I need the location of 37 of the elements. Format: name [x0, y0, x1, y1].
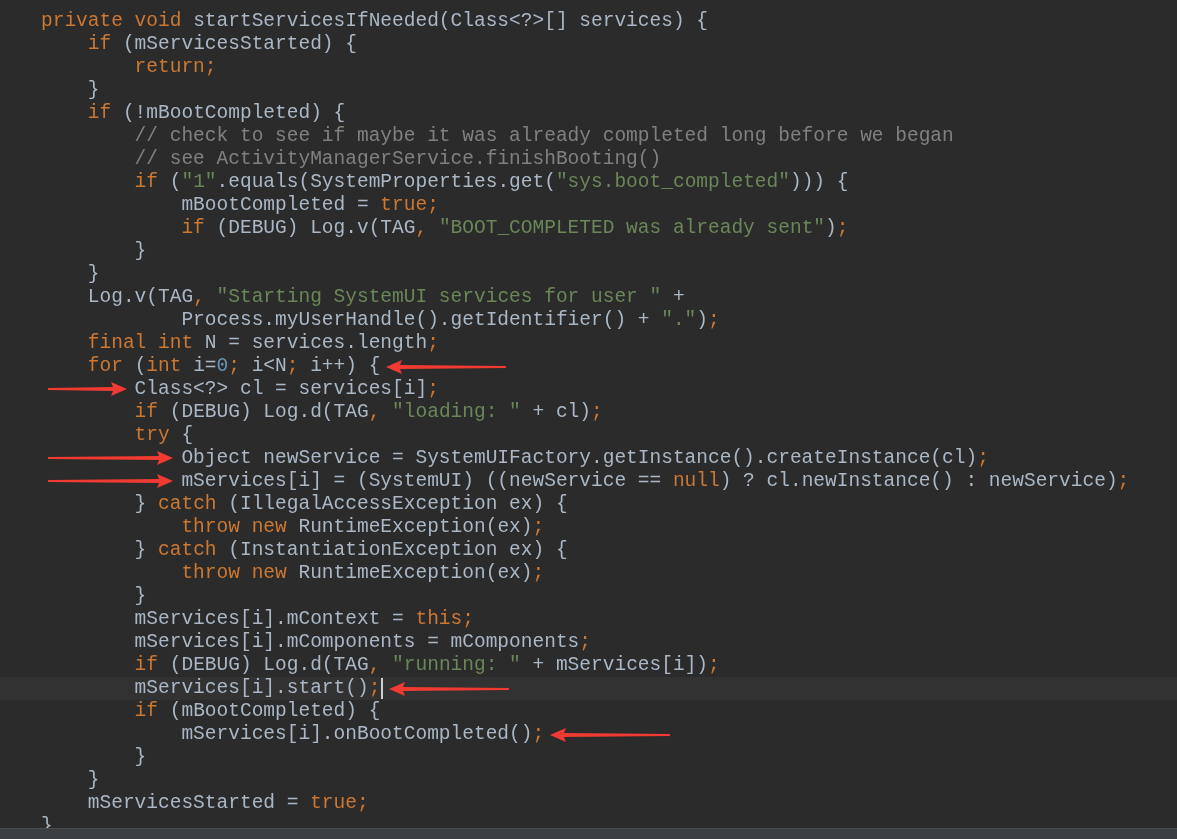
code-line: // see ActivityManagerService.finishBooting()	[133, 148, 662, 171]
code-line: }	[86, 769, 100, 792]
code-line: }	[133, 746, 147, 769]
horizontal-scrollbar[interactable]	[0, 828, 1177, 839]
code-line: final int N = services.length;	[86, 332, 439, 355]
code-line: private void startServicesIfNeeded(Class<?>[] services) {	[41, 10, 708, 33]
code-line: }	[133, 240, 147, 263]
code-line: if ("1".equals(SystemProperties.get("sys.boot_completed"))) {	[133, 171, 849, 194]
code-line: mServicesStarted = true;	[86, 792, 369, 815]
code-line: if (mBootCompleted) {	[133, 700, 381, 723]
text-cursor	[381, 678, 384, 699]
code-line: } catch (IllegalAccessException ex) {	[133, 493, 568, 516]
code-line: if (DEBUG) Log.v(TAG, "BOOT_COMPLETED was already sent");	[180, 217, 849, 240]
code-line: mServices[i].onBootCompleted();	[180, 723, 545, 746]
code-line: if (mServicesStarted) {	[86, 33, 357, 56]
code-line: return;	[133, 56, 217, 79]
code-line: } catch (InstantiationException ex) {	[133, 539, 568, 562]
code-line: Object newService = SystemUIFactory.getInstance().createInstance(cl);	[180, 447, 989, 470]
code-line: }	[86, 79, 100, 102]
code-line: }	[86, 263, 100, 286]
code-line: if (DEBUG) Log.d(TAG, "loading: " + cl);	[133, 401, 603, 424]
code-line: }	[133, 585, 147, 608]
code-line: Log.v(TAG, "Starting SystemUI services for user " +	[86, 286, 685, 309]
code-line: throw new RuntimeException(ex);	[180, 516, 545, 539]
code-line: Process.myUserHandle().getIdentifier() + ".");	[180, 309, 720, 332]
code-line: mServices[i].mComponents = mComponents;	[133, 631, 591, 654]
code-line: mBootCompleted = true;	[180, 194, 439, 217]
code-line: try {	[133, 424, 194, 447]
code-line: Class<?> cl = services[i];	[133, 378, 439, 401]
code-line: // check to see if maybe it was already completed long before we began	[133, 125, 954, 148]
code-line: throw new RuntimeException(ex);	[180, 562, 545, 585]
code-line: for (int i=0; i<N; i++) {	[86, 355, 381, 378]
code-line: if (DEBUG) Log.d(TAG, "running: " + mServices[i]);	[133, 654, 720, 677]
code-line: mServices[i] = (SystemUI) ((newService == null) ? cl.newInstance() : newService);	[180, 470, 1130, 493]
code-line: if (!mBootCompleted) {	[86, 102, 346, 125]
code-line: mServices[i].start();	[133, 677, 381, 700]
code-line: mServices[i].mContext = this;	[133, 608, 474, 631]
